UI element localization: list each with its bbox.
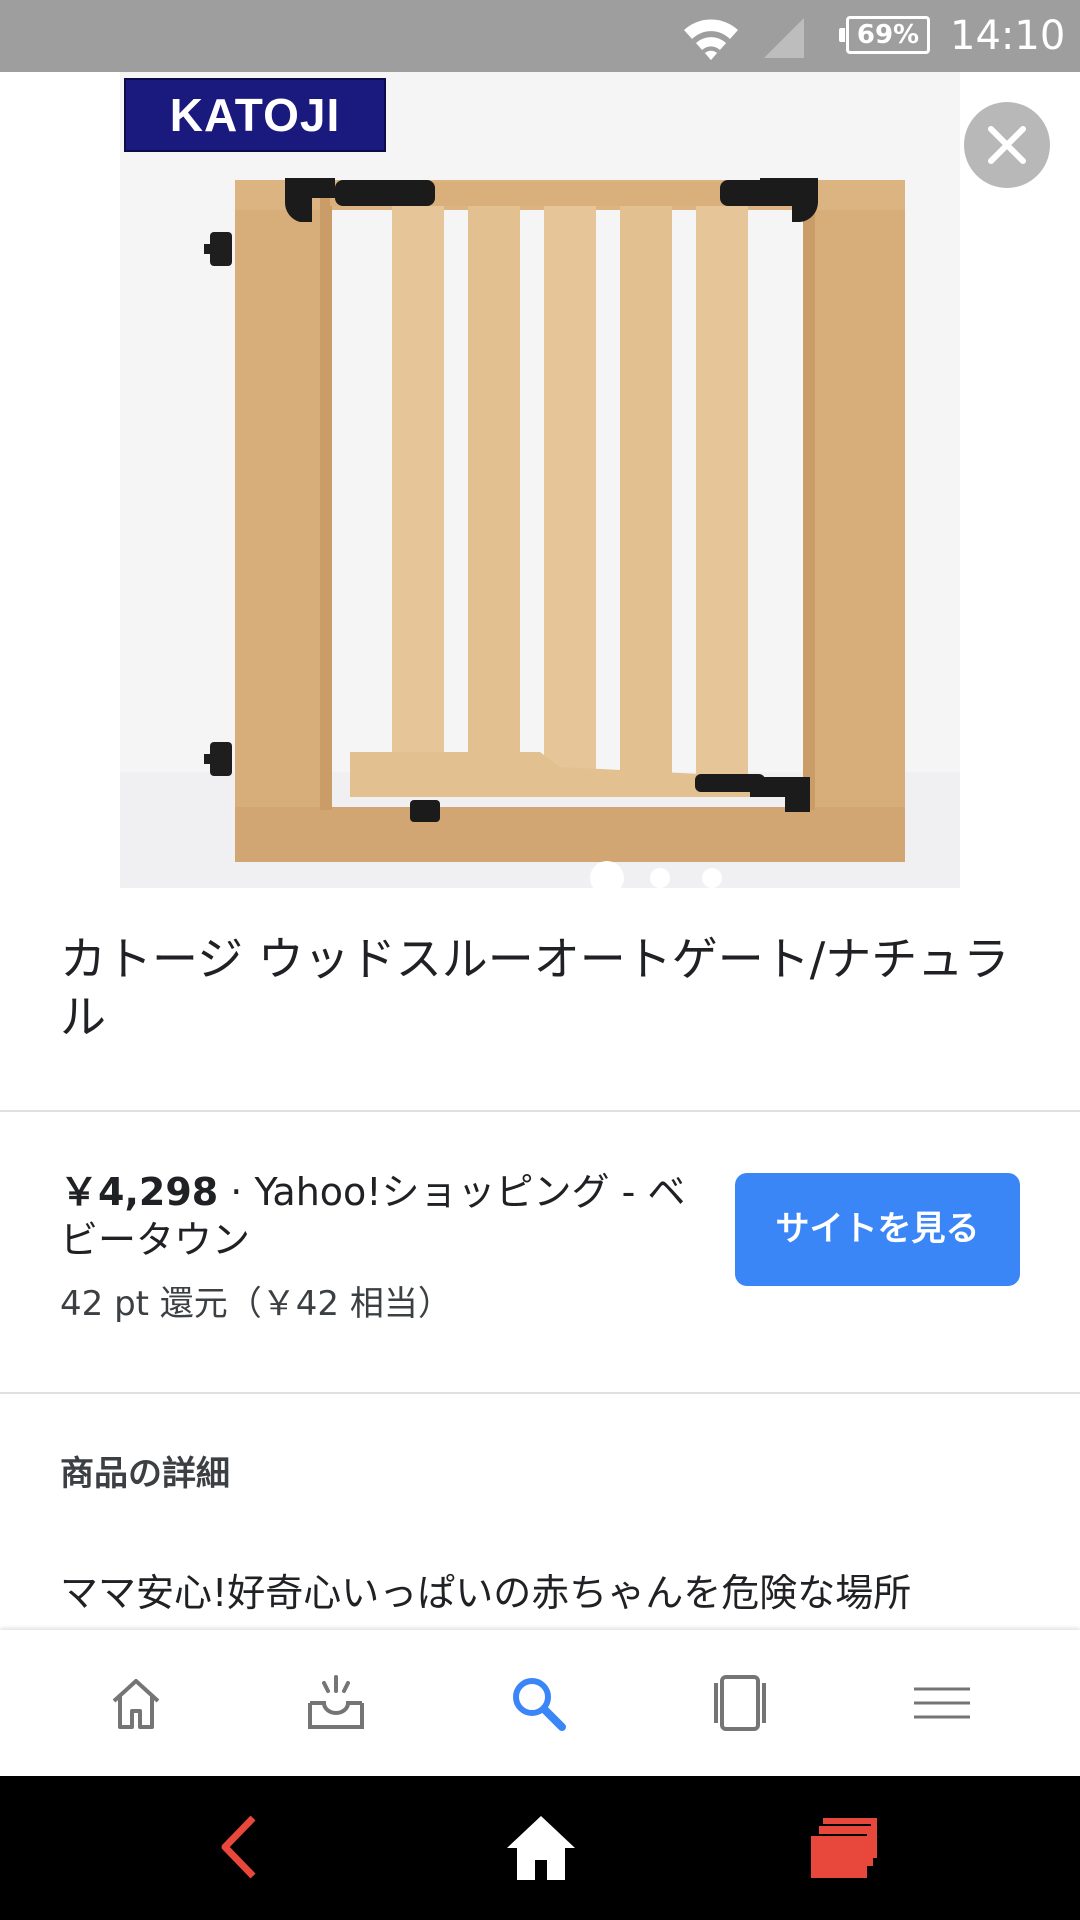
wifi-icon xyxy=(684,19,738,60)
details-heading: 商品の詳細 xyxy=(60,1454,230,1494)
system-home-button[interactable] xyxy=(470,1776,610,1920)
status-bar: 69% 14:10 xyxy=(0,0,1080,72)
nav-inbox[interactable] xyxy=(276,1630,396,1776)
nav-menu[interactable] xyxy=(882,1630,1002,1776)
offer-summary: ￥4,298 · Yahoo!ショッピング - ベビータウン xyxy=(60,1168,720,1264)
inbox-icon xyxy=(308,1675,364,1729)
app-bottom-nav xyxy=(0,1630,1080,1776)
system-back-button[interactable] xyxy=(170,1776,310,1920)
carousel-indicator xyxy=(590,861,730,888)
system-recents-button[interactable] xyxy=(770,1776,910,1920)
offer-points: 42 pt 還元（￥42 相当） xyxy=(60,1284,452,1324)
status-time: 14:10 xyxy=(950,13,1066,59)
product-image[interactable]: KATOJI xyxy=(120,72,960,888)
offer-separator: · xyxy=(218,1170,255,1214)
menu-icon xyxy=(914,1687,970,1719)
recents-icon xyxy=(809,1818,877,1878)
home-icon xyxy=(112,1679,160,1729)
divider xyxy=(0,1392,1080,1394)
carousel-dot-3[interactable] xyxy=(702,868,722,888)
carousel-dot-2[interactable] xyxy=(650,868,670,888)
visit-site-button[interactable]: サイトを見る xyxy=(735,1173,1020,1286)
tabs-icon xyxy=(714,1675,766,1731)
home-icon xyxy=(507,1816,575,1880)
details-text: ママ安心!好奇心いっぱいの赤ちゃんを危険な場所 xyxy=(60,1571,912,1615)
search-icon xyxy=(513,1678,566,1731)
brand-logo: KATOJI xyxy=(124,78,386,152)
baby-gate-illustration xyxy=(120,178,960,888)
close-icon xyxy=(988,126,1026,164)
cell-signal-icon xyxy=(764,18,804,58)
back-icon xyxy=(221,1815,256,1879)
divider xyxy=(0,1110,1080,1112)
close-button[interactable] xyxy=(964,102,1050,188)
battery-icon: 69% xyxy=(839,16,930,54)
product-title: カトージ ウッドスルーオートゲート/ナチュラル xyxy=(60,932,1010,1044)
system-nav-bar xyxy=(0,1776,1080,1920)
offer-price: ￥4,298 xyxy=(60,1170,219,1214)
nav-home[interactable] xyxy=(76,1630,196,1776)
carousel-dot-1[interactable] xyxy=(590,861,624,888)
nav-tabs[interactable] xyxy=(680,1630,800,1776)
nav-search[interactable] xyxy=(478,1630,598,1776)
